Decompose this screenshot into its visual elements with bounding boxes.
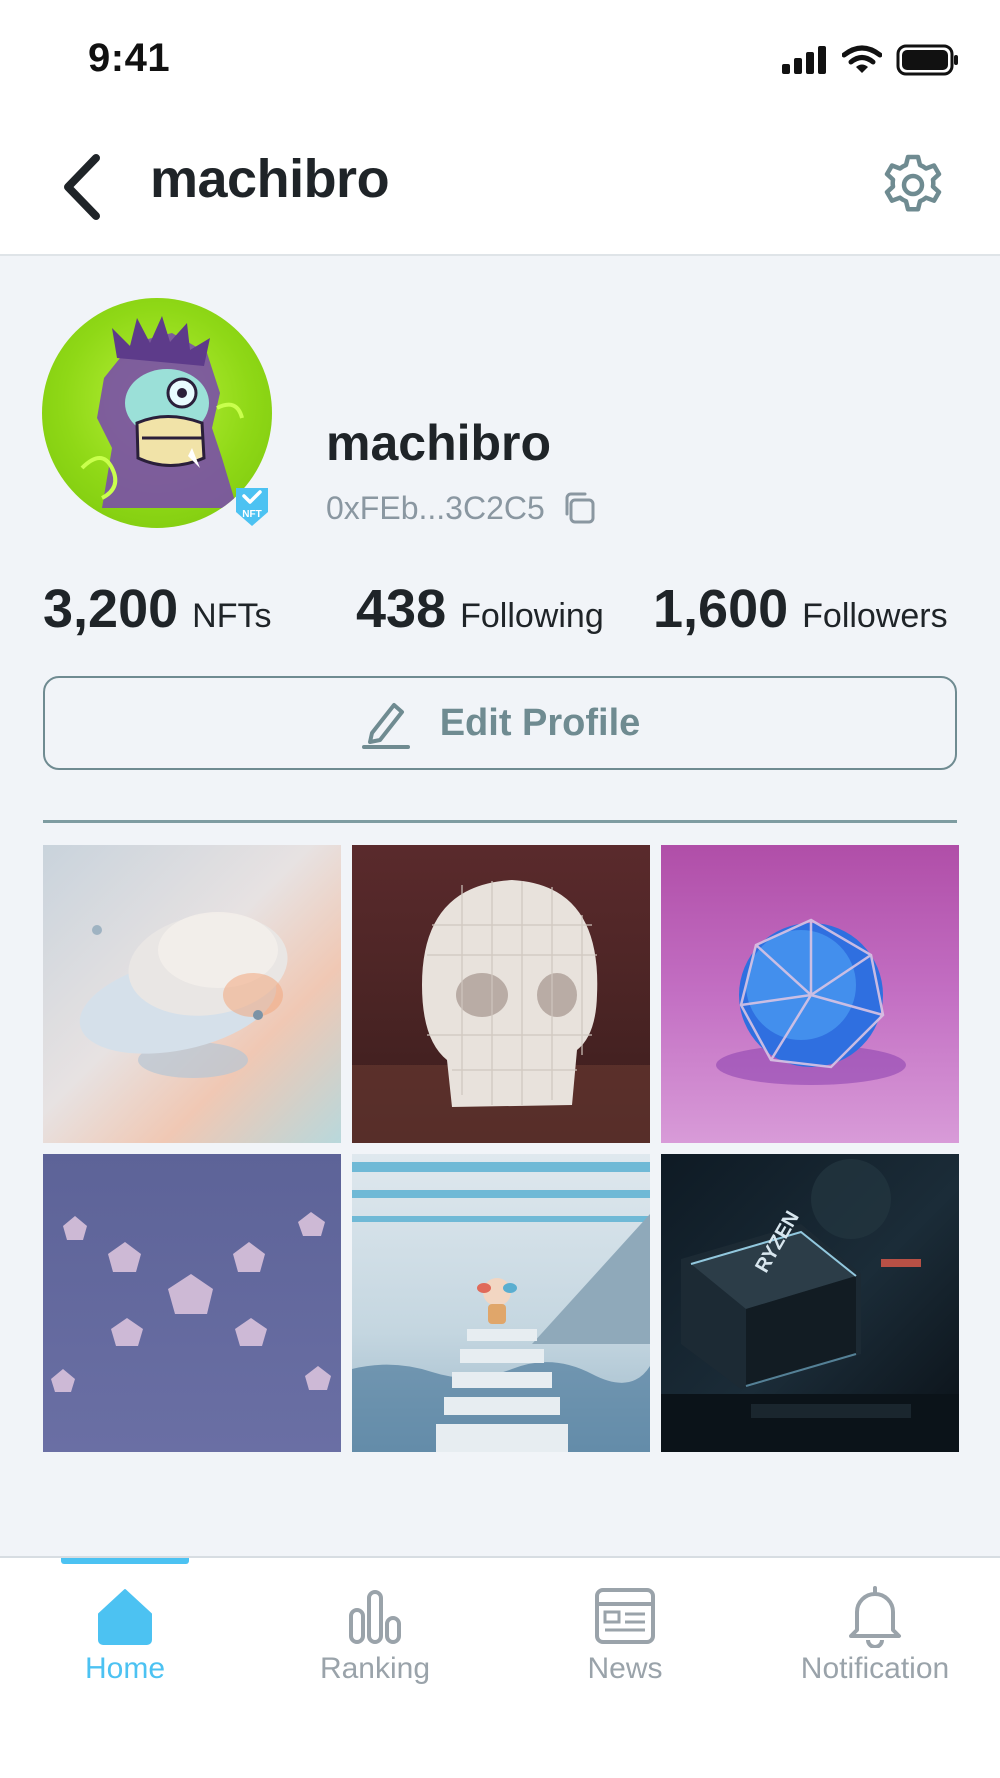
copy-address-button[interactable]: [559, 488, 599, 528]
settings-button[interactable]: [870, 140, 956, 230]
nft-tile[interactable]: [661, 845, 959, 1143]
stat-value: 438: [356, 579, 447, 639]
tab-home[interactable]: Home: [15, 1584, 235, 1704]
nft-badge-label: NFT: [242, 509, 261, 520]
nft-tile[interactable]: RYZEN: [661, 1154, 959, 1452]
nft-tile[interactable]: [43, 1154, 341, 1452]
battery-icon: [896, 44, 958, 76]
bell-icon: [849, 1586, 901, 1648]
abstract-discs-artwork: [79, 912, 288, 1078]
stat-followers[interactable]: 1,600 Followers: [653, 578, 948, 640]
wallet-row: 0xFEb...3C2C5: [326, 488, 599, 528]
tab-label: Home: [84, 1652, 166, 1685]
wifi-icon: [842, 45, 882, 73]
tab-label: Ranking: [319, 1652, 431, 1685]
ryzen-gpu-artwork: RYZEN: [661, 1159, 959, 1452]
back-button[interactable]: [44, 142, 120, 232]
wallet-address: 0xFEb...3C2C5: [326, 489, 545, 526]
status-time: 9:41: [88, 36, 171, 80]
stat-label: Followers: [802, 597, 948, 635]
bottom-tab-bar: Home Ranking News Notification: [0, 1556, 1000, 1778]
section-divider: [43, 820, 957, 823]
cellular-signal-icon: [782, 46, 826, 74]
news-icon: [595, 1588, 655, 1644]
profile-content: NFT machibro 0xFEb...3C2C5 3,200 NFTs 43…: [0, 256, 1000, 1556]
crystal-sphere-artwork: [716, 918, 906, 1085]
stat-value: 1,600: [653, 579, 789, 639]
stat-nfts[interactable]: 3,200 NFTs: [43, 578, 271, 640]
copy-icon: [565, 492, 595, 524]
nft-tile[interactable]: [352, 845, 650, 1143]
monkey-staircase-artwork: [352, 1162, 650, 1452]
ranking-icon: [349, 1590, 401, 1644]
home-icon: [98, 1589, 152, 1645]
profile-name: machibro: [326, 415, 552, 471]
nft-gallery-grid: RYZEN: [43, 845, 960, 1452]
floating-dice-artwork: [51, 1212, 331, 1392]
tab-label: News: [587, 1652, 663, 1685]
avatar-container: NFT: [42, 298, 272, 528]
tab-label: Notification: [800, 1652, 950, 1685]
nft-tile[interactable]: [352, 1154, 650, 1452]
app-header: machibro: [0, 120, 1000, 256]
stat-label: NFTs: [192, 597, 272, 635]
edit-profile-button[interactable]: Edit Profile: [43, 676, 957, 770]
active-tab-indicator: [61, 1558, 189, 1564]
chevron-left-icon: [64, 154, 100, 220]
pencil-icon: [361, 703, 410, 749]
wire-skull-artwork: [352, 880, 650, 1143]
status-icons: [782, 44, 960, 76]
page-title: machibro: [150, 149, 390, 209]
edit-profile-label: Edit Profile: [439, 701, 641, 744]
stat-value: 3,200: [43, 579, 179, 639]
nft-tile[interactable]: [43, 845, 341, 1143]
stat-label: Following: [460, 597, 604, 635]
stat-following[interactable]: 438 Following: [356, 578, 604, 640]
tab-news[interactable]: News: [515, 1584, 735, 1704]
status-bar: 9:41: [0, 0, 1000, 120]
tab-ranking[interactable]: Ranking: [265, 1584, 485, 1704]
profile-stats: 3,200 NFTs 438 Following 1,600 Followers: [0, 578, 1000, 658]
tab-notification[interactable]: Notification: [765, 1584, 985, 1704]
gear-icon: [884, 154, 942, 212]
verified-nft-badge-icon: NFT: [236, 488, 268, 526]
